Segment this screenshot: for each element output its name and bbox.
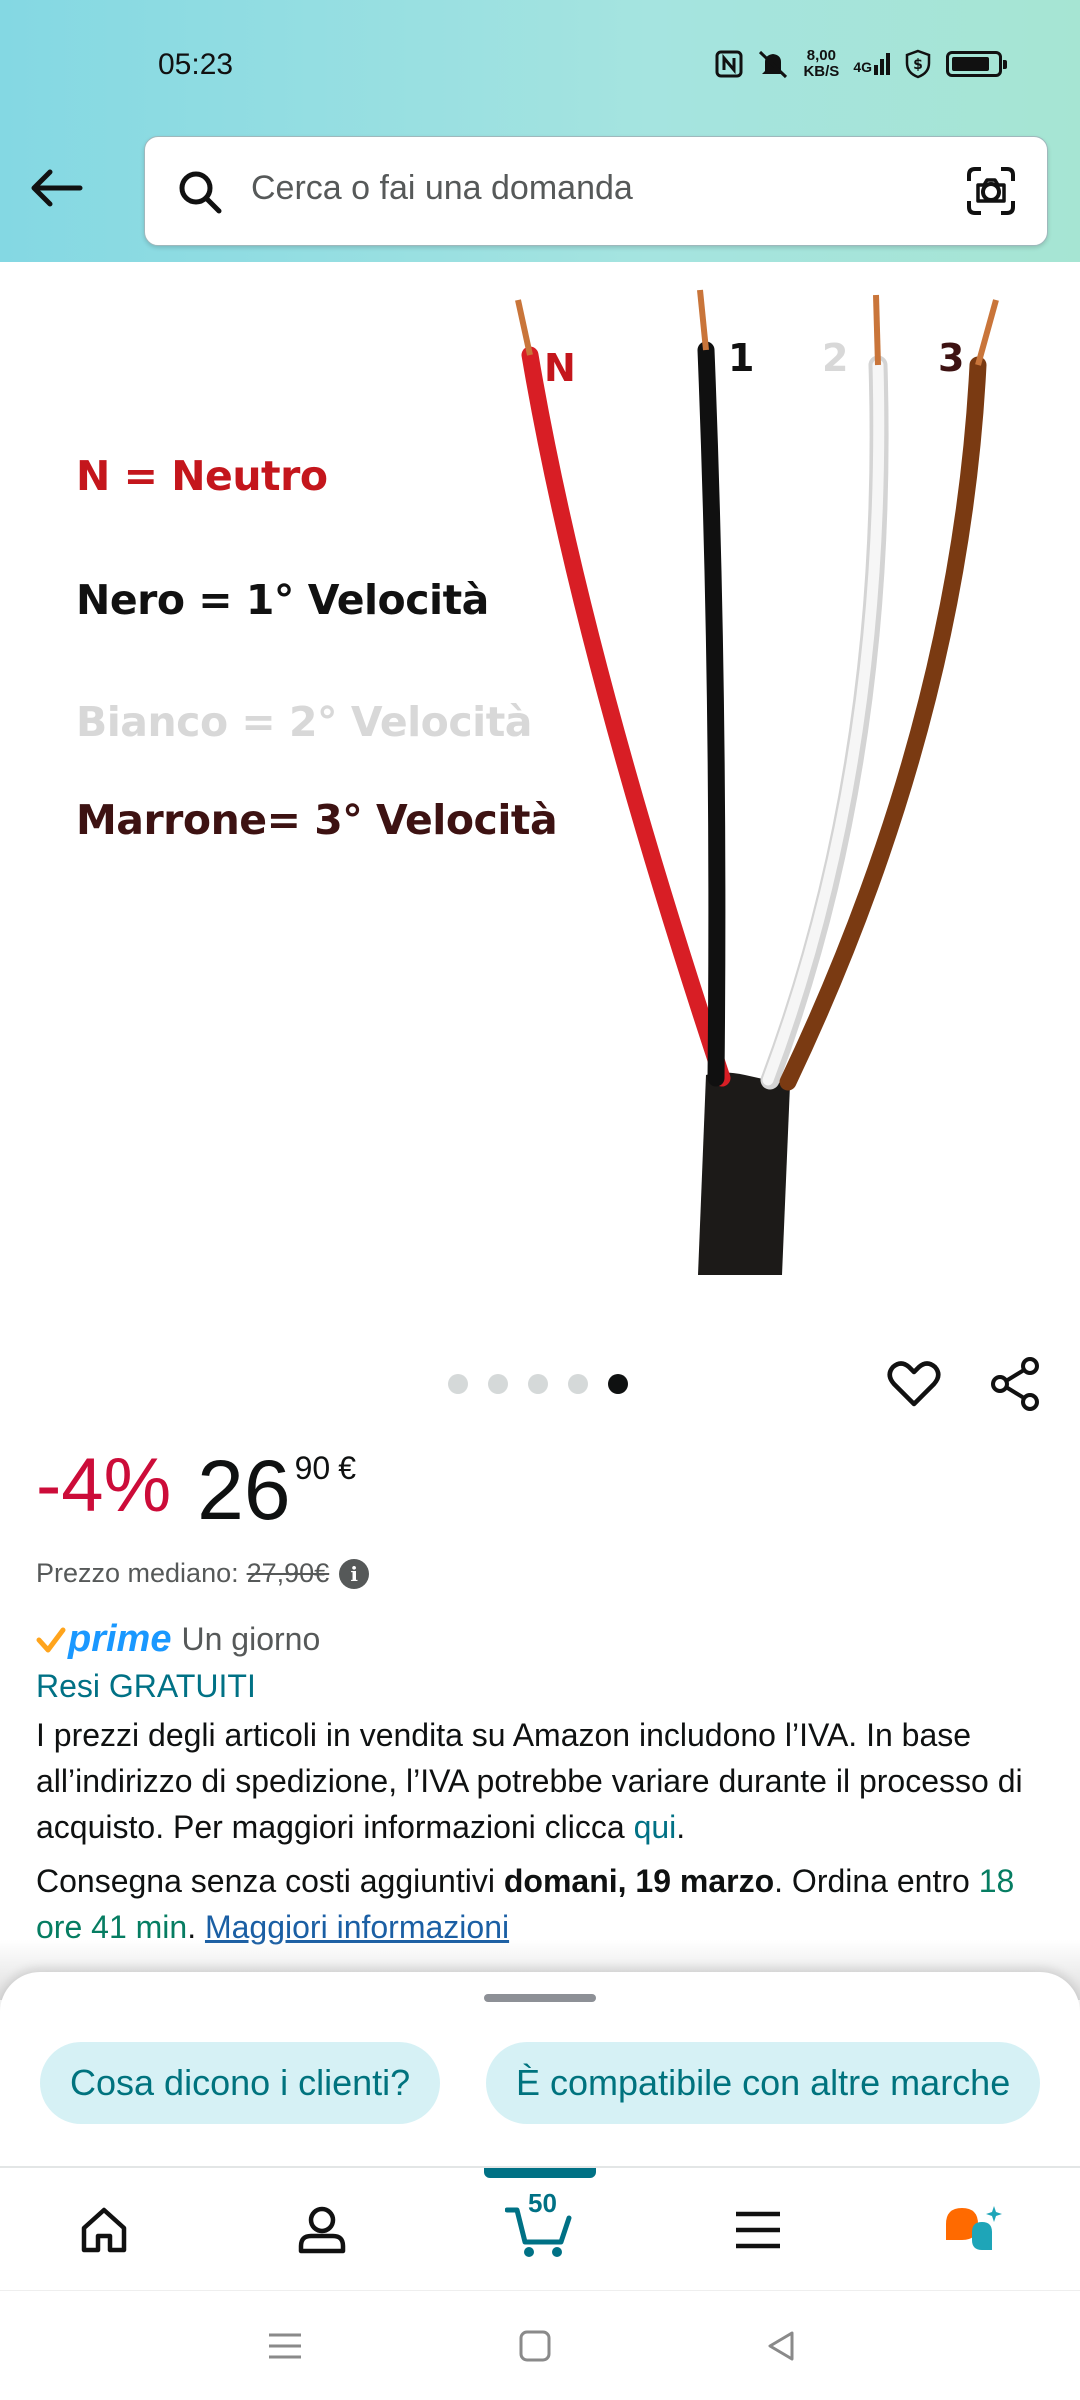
net-speed-unit: KB/S — [803, 63, 840, 80]
triangle-back-icon — [768, 2331, 794, 2361]
prime-logo-text: prime — [68, 1618, 172, 1660]
carousel-dot[interactable] — [528, 1374, 548, 1394]
nav-cart[interactable] — [480, 2168, 600, 2292]
arrow-left-icon — [31, 169, 83, 207]
carousel-dot[interactable] — [448, 1374, 468, 1394]
price-fraction: 90 — [294, 1450, 331, 1486]
prime-logo: prime — [36, 1618, 171, 1661]
discount-badge: -4% — [36, 1443, 172, 1528]
median-price-label: Prezzo mediano: — [36, 1558, 239, 1588]
recent-apps-icon — [269, 2333, 301, 2359]
search-placeholder: Cerca o fai una domanda — [251, 169, 633, 207]
carousel-dot[interactable] — [568, 1374, 588, 1394]
vat-text: I prezzi degli articoli in vendita su Am… — [36, 1717, 1023, 1845]
search-input[interactable]: Cerca o fai una domanda — [144, 136, 1048, 246]
vat-end: . — [676, 1809, 686, 1845]
network-type: 4G — [853, 59, 872, 75]
status-time: 05:23 — [158, 48, 234, 81]
rufus-assistant-icon — [946, 2206, 1002, 2250]
recent-apps-button[interactable] — [260, 2321, 310, 2371]
home-system-button[interactable] — [510, 2321, 560, 2371]
share-button[interactable] — [986, 1354, 1046, 1414]
price-row: -4% 26 90 € — [36, 1443, 356, 1537]
nav-home[interactable] — [44, 2168, 164, 2292]
legend-brown: Marrone= 3° Velocità — [76, 796, 558, 844]
legend-neutral: N = Neutro — [76, 452, 328, 500]
info-icon[interactable]: i — [339, 1558, 370, 1589]
system-nav — [0, 2290, 1080, 2400]
signal-icon: 4G — [853, 53, 890, 75]
delivery-date: domani, 19 marzo — [503, 1863, 775, 1899]
carousel-dots — [448, 1374, 628, 1394]
camera-scan-icon[interactable] — [965, 165, 1017, 217]
wire-label-3: 3 — [938, 336, 965, 380]
account-icon — [298, 2206, 346, 2254]
nav-rufus[interactable] — [914, 2168, 1034, 2292]
vat-notice: I prezzi degli articoli in vendita su Am… — [36, 1712, 1046, 1850]
prime-row: prime Un giorno — [36, 1618, 320, 1661]
carousel-dot-active[interactable] — [608, 1374, 628, 1394]
vat-link[interactable]: qui — [634, 1809, 677, 1845]
legend-black: Nero = 1° Velocità — [76, 576, 489, 624]
menu-icon — [736, 2211, 780, 2249]
price-currency: € — [338, 1450, 356, 1486]
suggestions-sheet: Cosa dicono i clienti? È compatibile con… — [0, 1972, 1080, 2168]
median-price: Prezzo mediano: 27,90€ i — [36, 1558, 370, 1589]
delivery-prefix: Consegna senza costi aggiuntivi — [36, 1863, 504, 1899]
prime-delivery: Un giorno — [181, 1621, 321, 1657]
search-icon — [179, 171, 222, 214]
sheet-drag-handle[interactable] — [484, 1994, 596, 2002]
share-icon — [991, 1357, 1039, 1411]
status-icons: 8,00 KB/S 4G $ — [715, 48, 1007, 80]
median-price-value: 27,90€ — [246, 1558, 330, 1588]
svg-text:$: $ — [913, 57, 923, 73]
free-returns-link[interactable]: Resi GRATUITI — [36, 1668, 256, 1705]
checkmark-icon — [36, 1627, 66, 1652]
delivery-info: Consegna senza costi aggiuntivi domani, … — [36, 1858, 1046, 1950]
net-speed-value: 8,00 — [806, 47, 836, 64]
wishlist-button[interactable] — [884, 1354, 944, 1414]
nav-account[interactable] — [262, 2168, 382, 2292]
wire-label-1: 1 — [728, 336, 755, 380]
nfc-icon — [715, 50, 743, 78]
shield-icon: $ — [905, 49, 931, 79]
legend-white: Bianco = 2° Velocità — [76, 698, 532, 746]
product-image[interactable]: N 1 2 3 N = Neutro Nero = 1° Velocità Bi… — [0, 262, 1080, 1292]
square-icon — [519, 2330, 551, 2362]
wire-illustration — [515, 289, 999, 1275]
mute-icon — [759, 50, 788, 79]
nav-menu[interactable] — [698, 2168, 818, 2292]
heart-icon — [887, 1361, 941, 1407]
price-whole: 26 — [197, 1443, 291, 1537]
wire-label-n: N — [544, 346, 576, 390]
cart-count: 50 — [528, 2188, 557, 2218]
home-icon — [81, 2207, 127, 2253]
battery-icon — [946, 51, 1007, 77]
back-button[interactable] — [24, 156, 88, 220]
chip-compatibility[interactable]: È compatibile con altre marche — [486, 2042, 1041, 2124]
delivery-middle: . Ordina entro — [774, 1863, 979, 1899]
header: 05:23 8,00 KB/S 4G $ Cerca o fai una dom… — [0, 0, 1080, 262]
bottom-nav: 50 — [0, 2166, 1080, 2290]
wire-label-2: 2 — [822, 336, 849, 380]
back-system-button[interactable] — [756, 2321, 806, 2371]
net-speed: 8,00 KB/S — [803, 48, 839, 80]
carousel-dot[interactable] — [488, 1374, 508, 1394]
chip-customer-reviews[interactable]: Cosa dicono i clienti? — [40, 2042, 441, 2124]
